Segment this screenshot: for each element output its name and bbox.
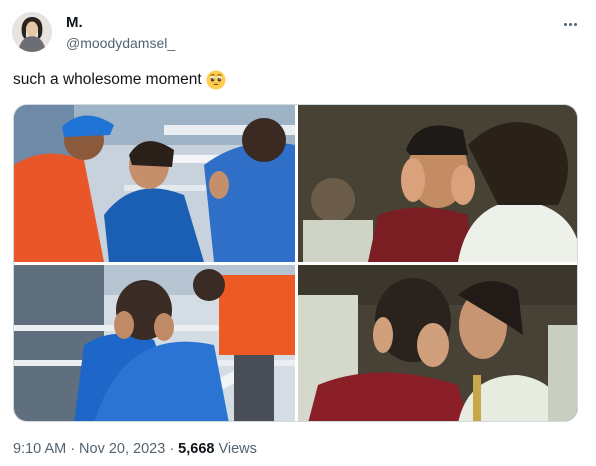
photo-film-scene-kiss[interactable]: [298, 265, 577, 421]
author-handle[interactable]: @moodydamsel_: [66, 35, 175, 51]
photo-film-scene-boy[interactable]: [298, 105, 577, 262]
tweet-time[interactable]: 9:10 AM: [13, 441, 66, 457]
views-label: Views: [218, 441, 257, 457]
tweet-body: such a wholesome moment: [13, 71, 202, 88]
meta-separator: ·: [70, 441, 76, 457]
media-grid[interactable]: [13, 104, 578, 422]
tweet-card[interactable]: M. @moodydamsel_ such a wholesome moment: [0, 0, 596, 466]
avatar[interactable]: [12, 12, 52, 52]
tweet-text: such a wholesome moment: [13, 70, 226, 90]
tweet-date[interactable]: Nov 20, 2023: [79, 441, 165, 457]
pleading-face-emoji-icon: [206, 70, 226, 90]
author-display-name[interactable]: M.: [66, 14, 83, 31]
meta-separator: ·: [169, 441, 175, 457]
profile-photo-icon: [12, 12, 52, 52]
more-options-icon[interactable]: [558, 12, 582, 36]
views-count[interactable]: 5,668: [178, 441, 214, 457]
tweet-meta: 9:10 AM · Nov 20, 2023 · 5,668 Views: [13, 441, 257, 457]
photo-stadium-hug[interactable]: [14, 105, 295, 262]
photo-stadium-face-hold[interactable]: [14, 265, 295, 421]
